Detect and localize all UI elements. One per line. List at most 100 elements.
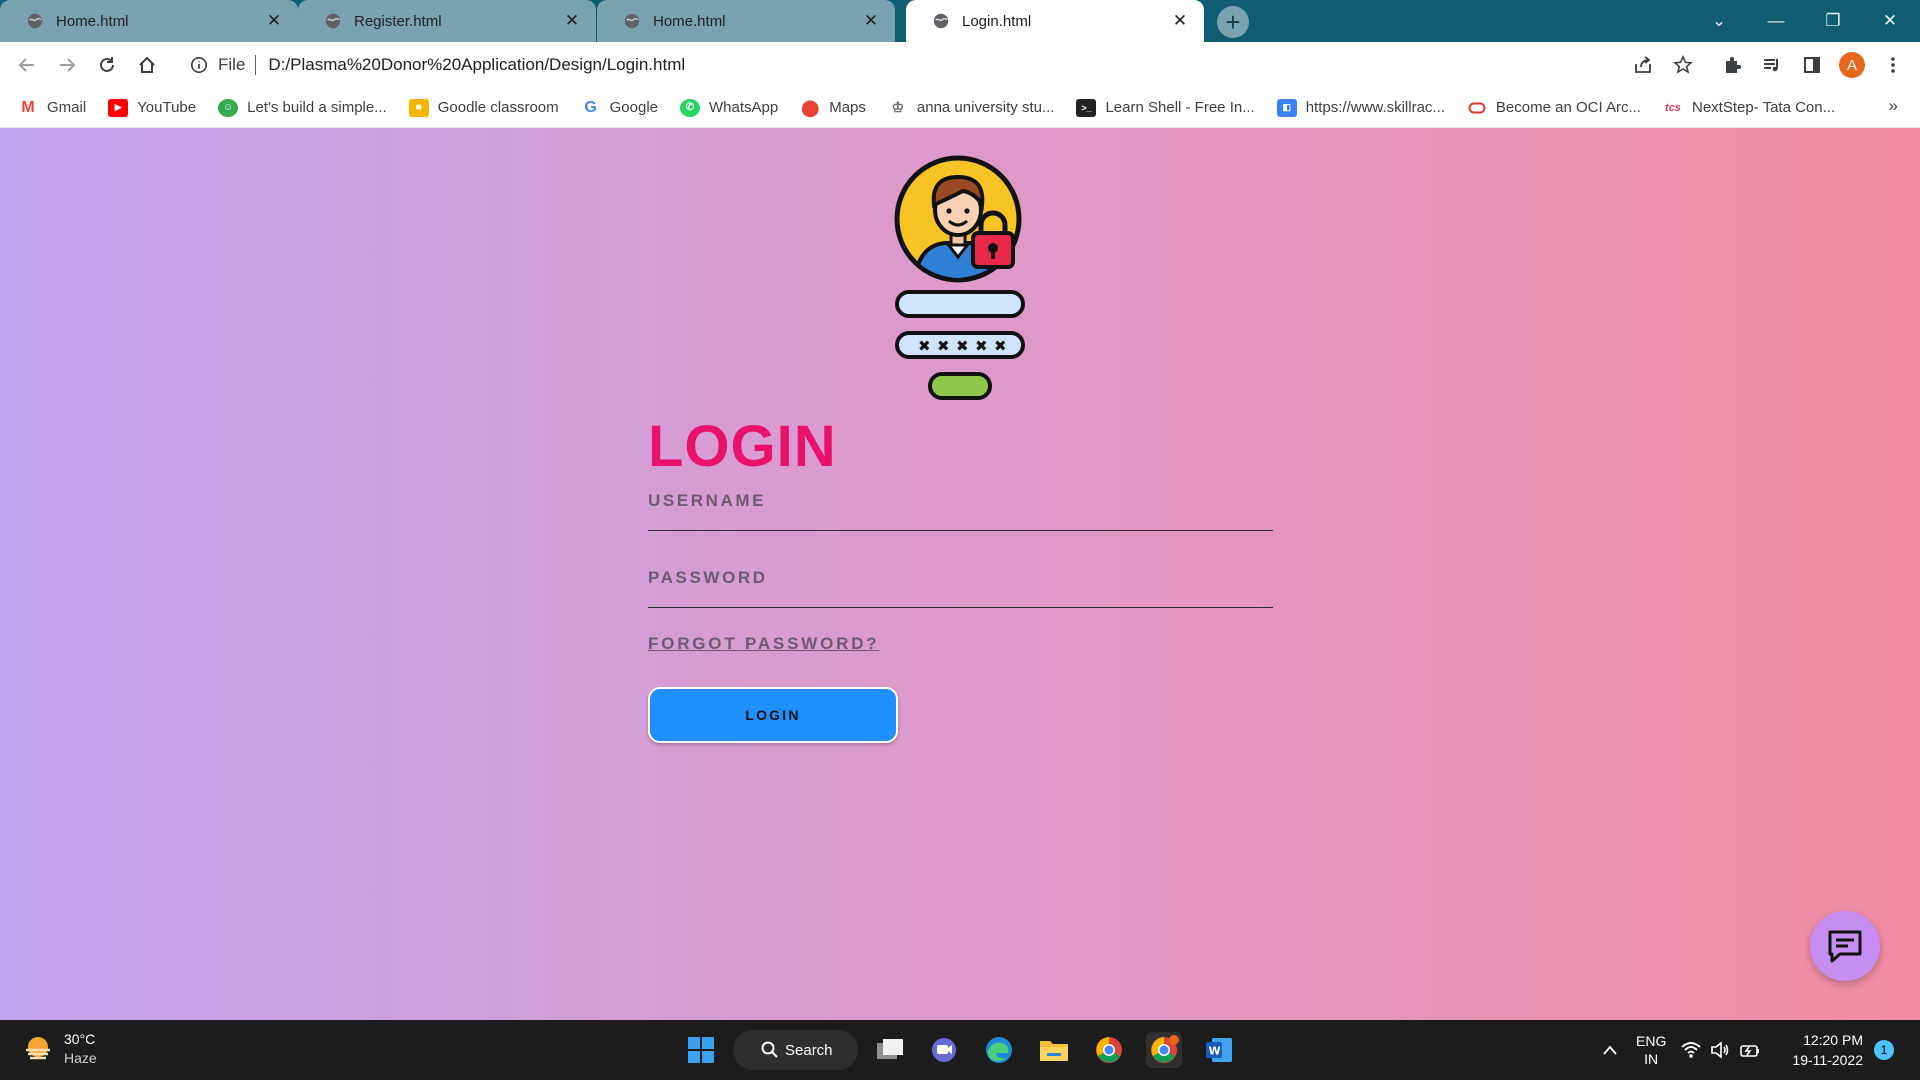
folder-icon bbox=[1040, 1041, 1068, 1061]
forward-button[interactable] bbox=[52, 50, 82, 80]
bookmark-label: Google bbox=[609, 99, 658, 116]
chrome-profile-app-active[interactable] bbox=[1146, 1032, 1182, 1068]
password-input[interactable] bbox=[648, 568, 1273, 607]
close-tab-icon[interactable]: ✕ bbox=[264, 11, 284, 31]
word-icon: W bbox=[1206, 1038, 1232, 1062]
svg-text:✖: ✖ bbox=[975, 337, 988, 355]
search-label: Search bbox=[785, 1041, 833, 1059]
new-tab-button[interactable]: + bbox=[1217, 6, 1249, 38]
svg-text:✖: ✖ bbox=[937, 337, 950, 355]
bookmark-tcs[interactable]: tcs NextStep- Tata Con... bbox=[1663, 99, 1835, 117]
bookmarks-overflow-button[interactable]: » bbox=[1889, 96, 1898, 116]
page-title: LOGIN bbox=[648, 414, 837, 479]
forgot-password-link[interactable]: FORGOT PASSWORD? bbox=[648, 634, 879, 654]
close-window-button[interactable]: ✕ bbox=[1863, 0, 1917, 42]
edge-app[interactable] bbox=[981, 1032, 1017, 1068]
battery-icon bbox=[1740, 1045, 1759, 1057]
clock-time: 12:20 PM bbox=[1803, 1032, 1863, 1048]
bookmark-gmail[interactable]: M Gmail bbox=[18, 99, 86, 117]
address-url[interactable]: D:/Plasma%20Donor%20Application/Design/L… bbox=[268, 55, 685, 75]
home-icon bbox=[139, 56, 155, 73]
taskbar-search[interactable]: Search bbox=[733, 1030, 858, 1070]
svg-text:W: W bbox=[1209, 1045, 1221, 1058]
bookmark-classroom[interactable]: ■ Goodle classroom bbox=[408, 98, 559, 117]
globe-icon bbox=[325, 13, 341, 29]
bookmark-label: Become an OCI Arc... bbox=[1495, 99, 1641, 116]
bookmark-whatsapp[interactable]: ✆ WhatsApp bbox=[680, 98, 778, 117]
teams-chat-app[interactable] bbox=[926, 1032, 962, 1068]
address-bar[interactable]: File D:/Plasma%20Donor%20Application/Des… bbox=[176, 47, 1703, 83]
profile-avatar[interactable]: A bbox=[1839, 52, 1865, 78]
bookmark-maps[interactable]: ⬤ Maps bbox=[800, 99, 866, 117]
tab-home-1[interactable]: Home.html ✕ bbox=[0, 0, 298, 42]
bookmark-chatbot[interactable]: ☺ Let's build a simple... bbox=[218, 98, 387, 117]
menu-button[interactable] bbox=[1878, 50, 1908, 80]
tab-title: Login.html bbox=[962, 12, 1032, 30]
system-clock[interactable]: 12:20 PM 19-11-2022 bbox=[1783, 1030, 1863, 1070]
kebab-menu-icon bbox=[1891, 57, 1895, 73]
side-panel-button[interactable] bbox=[1797, 50, 1827, 80]
username-input[interactable] bbox=[648, 491, 1273, 530]
info-icon[interactable] bbox=[190, 56, 208, 74]
back-button[interactable] bbox=[12, 50, 42, 80]
teams-chat-icon bbox=[932, 1038, 956, 1062]
start-button[interactable] bbox=[683, 1032, 719, 1068]
bookmark-anna-university[interactable]: ♔ anna university stu... bbox=[888, 99, 1055, 117]
notification-badge[interactable]: 1 bbox=[1874, 1040, 1894, 1060]
bookmark-label: YouTube bbox=[137, 99, 197, 116]
bookmark-skillrack[interactable]: ◧ https://www.skillrac... bbox=[1276, 98, 1445, 117]
oracle-icon bbox=[1467, 99, 1487, 117]
close-tab-icon[interactable]: ✕ bbox=[861, 11, 881, 31]
language-indicator[interactable]: ENG IN bbox=[1636, 1032, 1666, 1068]
bookmark-youtube[interactable]: ▶ YouTube bbox=[108, 98, 197, 117]
wifi-icon bbox=[1681, 1042, 1701, 1058]
chat-button[interactable] bbox=[1810, 911, 1880, 981]
restore-button[interactable]: ❐ bbox=[1806, 0, 1860, 42]
bookmark-star-button[interactable] bbox=[1668, 50, 1698, 80]
share-button[interactable] bbox=[1628, 50, 1658, 80]
close-tab-icon[interactable]: ✕ bbox=[1170, 11, 1190, 31]
show-hidden-icons-button[interactable] bbox=[1592, 1032, 1628, 1068]
tab-register[interactable]: Register.html ✕ bbox=[298, 0, 596, 42]
bookmark-learn-shell[interactable]: >_ Learn Shell - Free In... bbox=[1076, 98, 1255, 117]
tab-login[interactable]: Login.html ✕ bbox=[906, 0, 1204, 42]
bookmark-google[interactable]: G Google bbox=[581, 99, 658, 117]
clock-date: 19-11-2022 bbox=[1792, 1052, 1863, 1068]
globe-icon bbox=[933, 13, 949, 29]
tab-search-chevron-icon[interactable]: ⌄ bbox=[1692, 0, 1746, 42]
bookmark-label: Gmail bbox=[47, 99, 87, 116]
weather-description: Haze bbox=[64, 1050, 97, 1066]
reload-button[interactable] bbox=[92, 50, 122, 80]
username-field[interactable]: USERNAME bbox=[648, 491, 1273, 531]
login-button[interactable]: LOGIN bbox=[648, 687, 898, 743]
password-field[interactable]: PASSWORD bbox=[648, 568, 1273, 608]
home-button[interactable] bbox=[132, 50, 162, 80]
tab-title: Home.html bbox=[653, 12, 726, 30]
media-control-button[interactable] bbox=[1757, 50, 1787, 80]
haze-sun-icon bbox=[26, 1037, 50, 1060]
bookmark-oracle[interactable]: Become an OCI Arc... bbox=[1467, 99, 1641, 117]
file-explorer-app[interactable] bbox=[1036, 1032, 1072, 1068]
task-view-button[interactable] bbox=[872, 1032, 908, 1068]
chrome-app[interactable] bbox=[1091, 1032, 1127, 1068]
tab-title: Register.html bbox=[354, 12, 442, 30]
bookmarks-bar: M Gmail ▶ YouTube ☺ Let's build a simple...… bbox=[0, 88, 1920, 128]
word-app[interactable]: W bbox=[1201, 1032, 1237, 1068]
side-panel-icon bbox=[1804, 57, 1820, 73]
weather-widget[interactable]: 30°C Haze bbox=[22, 1030, 97, 1068]
reload-icon bbox=[100, 57, 114, 72]
volume-icon bbox=[1711, 1041, 1729, 1059]
system-tray-quick-settings[interactable] bbox=[1681, 1032, 1761, 1068]
chevron-up-icon bbox=[1603, 1045, 1617, 1055]
extensions-button[interactable] bbox=[1717, 50, 1747, 80]
chrome-profile-icon bbox=[1151, 1035, 1179, 1063]
browser-toolbar: File D:/Plasma%20Donor%20Application/Des… bbox=[0, 42, 1920, 88]
maps-icon: ⬤ bbox=[801, 99, 820, 117]
close-tab-icon[interactable]: ✕ bbox=[562, 11, 582, 31]
tab-home-2[interactable]: Home.html ✕ bbox=[597, 0, 895, 42]
whatsapp-icon: ✆ bbox=[680, 98, 700, 117]
login-page: ✖ ✖ ✖ ✖ ✖ LOGIN USERNAME PASSWORD FORGOT PAS… bbox=[0, 128, 1920, 1020]
minimize-button[interactable]: — bbox=[1749, 0, 1803, 42]
search-icon bbox=[761, 1041, 778, 1058]
address-separator bbox=[255, 55, 257, 75]
